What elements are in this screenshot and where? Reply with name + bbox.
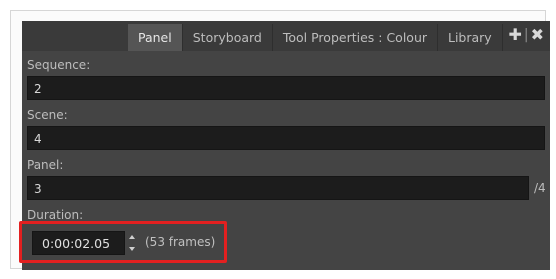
close-icon[interactable]: ✖ bbox=[531, 27, 544, 43]
tab-storyboard[interactable]: Storyboard bbox=[182, 24, 273, 51]
tab-controls: ✚ | ✖ bbox=[508, 27, 544, 43]
panel-label: Panel: bbox=[27, 158, 64, 172]
tab-tool-properties[interactable]: Tool Properties : Colour bbox=[272, 24, 438, 51]
separator-icon: | bbox=[523, 27, 529, 43]
tab-library[interactable]: Library bbox=[438, 24, 503, 51]
sequence-field[interactable]: 2 bbox=[27, 76, 545, 100]
plus-icon[interactable]: ✚ bbox=[508, 27, 521, 43]
scene-field[interactable]: 4 bbox=[27, 126, 545, 150]
scene-label: Scene: bbox=[27, 108, 68, 122]
tab-bar: Panel Storyboard Tool Properties : Colou… bbox=[22, 21, 550, 51]
sequence-label: Sequence: bbox=[27, 58, 91, 72]
duration-label: Duration: bbox=[27, 208, 84, 222]
tab-panel[interactable]: Panel bbox=[128, 24, 183, 51]
highlight-box bbox=[19, 221, 227, 263]
panel-total: /4 bbox=[534, 181, 546, 195]
panel-field[interactable]: 3 bbox=[27, 176, 529, 200]
tab-list: Panel Storyboard Tool Properties : Colou… bbox=[128, 24, 503, 51]
